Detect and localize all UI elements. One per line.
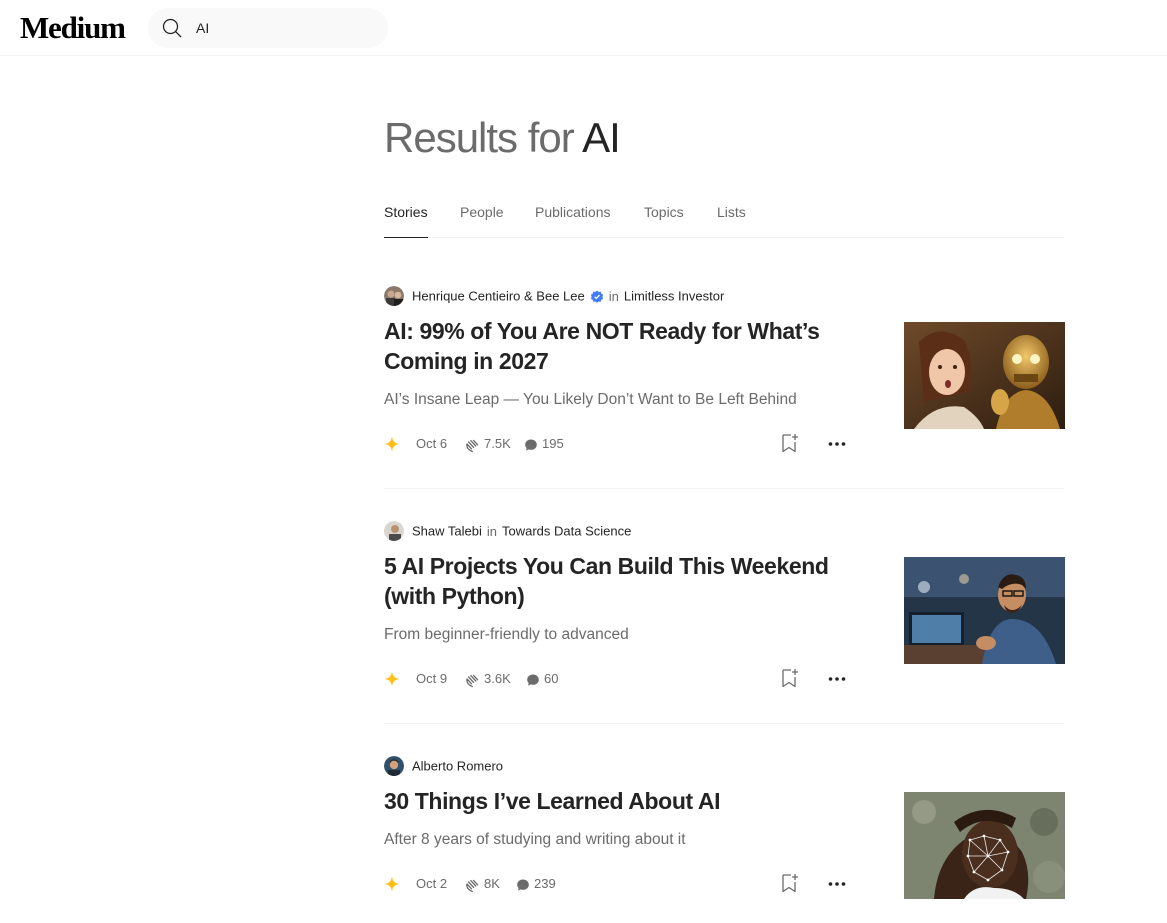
verified-badge-icon <box>590 290 603 303</box>
more-options-icon[interactable] <box>827 669 847 689</box>
tab-topics[interactable]: Topics <box>644 194 684 238</box>
responses-value: 195 <box>542 436 564 451</box>
publication-name[interactable]: Limitless Investor <box>624 289 724 304</box>
in-label: in <box>486 523 497 539</box>
claps-value: 8K <box>484 876 500 891</box>
claps-value: 7.5K <box>484 436 511 451</box>
search-box[interactable] <box>148 8 388 48</box>
claps-count[interactable]: 7.5K <box>464 434 511 454</box>
more-options-icon[interactable] <box>827 874 847 894</box>
publish-date: Oct 9 <box>416 671 448 686</box>
page-title: Results for AI <box>384 112 621 164</box>
results-for-label: Results for <box>384 114 575 161</box>
story-divider <box>384 488 1064 489</box>
tab-stories[interactable]: Stories <box>384 194 428 238</box>
clap-icon <box>466 439 479 452</box>
responses-count[interactable]: 60 <box>526 669 558 689</box>
story-card[interactable]: Shaw Talebi in Towards Data Science 5 AI P… <box>384 521 1066 726</box>
clap-icon <box>466 674 479 687</box>
comment-icon <box>517 879 529 891</box>
author-name[interactable]: Shaw Talebi <box>412 524 482 539</box>
story-thumbnail[interactable] <box>904 792 1065 899</box>
publish-date: Oct 6 <box>416 436 448 451</box>
claps-count[interactable]: 8K <box>464 874 500 894</box>
comment-icon <box>527 674 539 686</box>
member-star-icon <box>384 436 400 452</box>
story-divider <box>384 723 1064 724</box>
responses-value: 239 <box>534 876 556 891</box>
story-card[interactable]: Alberto Romero 30 Things I’ve Learned Ab… <box>384 756 1066 923</box>
tab-publications[interactable]: Publications <box>535 194 611 238</box>
tab-lists[interactable]: Lists <box>717 194 746 238</box>
publish-date: Oct 2 <box>416 876 448 891</box>
bookmark-add-icon[interactable] <box>780 667 800 689</box>
author-name[interactable]: Henrique Centieiro & Bee Lee <box>412 289 585 304</box>
publication-name[interactable]: Towards Data Science <box>502 524 631 539</box>
author-avatar[interactable] <box>384 521 404 541</box>
comment-icon <box>525 439 537 451</box>
responses-count[interactable]: 239 <box>516 874 556 894</box>
responses-count[interactable]: 195 <box>524 434 564 454</box>
claps-value: 3.6K <box>484 671 511 686</box>
medium-logo[interactable]: Medium <box>20 10 126 46</box>
story-title[interactable]: 30 Things I’ve Learned About AI <box>384 786 854 816</box>
clap-icon <box>466 879 479 892</box>
responses-value: 60 <box>544 671 559 686</box>
story-subtitle[interactable]: AI’s Insane Leap — You Likely Don’t Want… <box>384 389 797 411</box>
story-subtitle[interactable]: After 8 years of studying and writing ab… <box>384 829 686 851</box>
top-bar: Medium <box>0 0 1167 56</box>
more-options-icon[interactable] <box>827 434 847 454</box>
author-name[interactable]: Alberto Romero <box>412 759 503 774</box>
story-thumbnail[interactable] <box>904 322 1065 429</box>
member-star-icon <box>384 876 400 892</box>
in-label: in <box>608 288 619 304</box>
story-thumbnail[interactable] <box>904 557 1065 664</box>
story-card[interactable]: Henrique Centieiro & Bee Lee in Limitless… <box>384 286 1066 491</box>
author-avatar[interactable] <box>384 286 404 306</box>
tab-people[interactable]: People <box>460 194 504 238</box>
search-input[interactable] <box>196 8 376 48</box>
bookmark-add-icon[interactable] <box>780 872 800 894</box>
story-subtitle[interactable]: From beginner-friendly to advanced <box>384 624 629 646</box>
search-icon <box>162 18 182 38</box>
search-query: AI <box>582 114 621 161</box>
claps-count[interactable]: 3.6K <box>464 669 511 689</box>
author-avatar[interactable] <box>384 756 404 776</box>
story-title[interactable]: AI: 99% of You Are NOT Ready for What’s … <box>384 316 854 376</box>
story-title[interactable]: 5 AI Projects You Can Build This Weekend… <box>384 551 854 611</box>
bookmark-add-icon[interactable] <box>780 432 800 454</box>
results-tabs: Stories People Publications Topics Lists <box>384 194 1064 238</box>
member-star-icon <box>384 671 400 687</box>
